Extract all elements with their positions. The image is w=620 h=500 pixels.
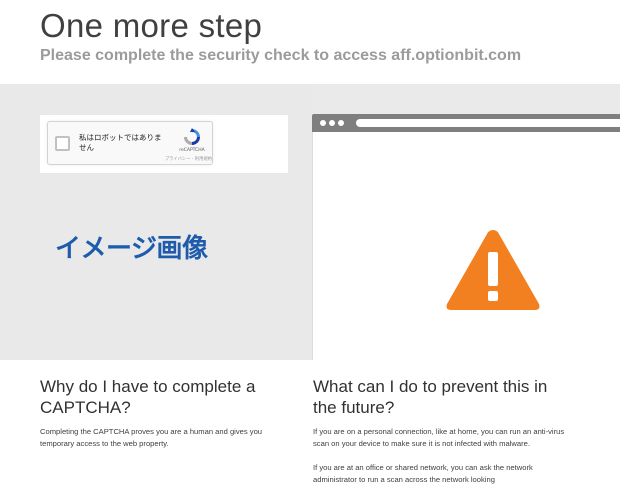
recaptcha-logo-icon (184, 128, 200, 145)
image-caption: イメージ画像 (55, 234, 208, 264)
page-subtitle: Please complete the security check to ac… (40, 47, 522, 64)
prevent-body-1: If you are on a personal connection, lik… (313, 427, 565, 448)
browser-address-bar (356, 119, 620, 127)
browser-dot-icon (320, 120, 326, 126)
recaptcha-brand: reCAPTCHA (179, 148, 205, 153)
why-section: Why do I have to complete a CAPTCHA? Com… (40, 376, 295, 450)
browser-dot-icon (338, 120, 344, 126)
page-title: One more step (40, 7, 263, 44)
why-body: Completing the CAPTCHA proves you are a … (40, 427, 263, 448)
browser-illustration (312, 114, 620, 360)
prevent-heading: What can I do to prevent this in the fut… (313, 377, 548, 417)
header: One more step Please complete the securi… (0, 0, 620, 84)
recaptcha-widget: 私はロボットではありません reCAPTCHA プライバシー - 利用規約 (47, 121, 213, 165)
recaptcha-label: 私はロボットではありません (79, 133, 162, 152)
browser-dot-icon (329, 120, 335, 126)
browser-toolbar (312, 114, 620, 132)
browser-viewport (312, 132, 620, 360)
why-heading: Why do I have to complete a CAPTCHA? (40, 377, 256, 417)
recaptcha-checkbox[interactable] (55, 136, 70, 151)
prevent-section: What can I do to prevent this in the fut… (313, 376, 568, 486)
recaptcha-terms-link[interactable]: プライバシー - 利用規約 (142, 156, 212, 162)
prevent-body-2: If you are at an office or shared networ… (313, 463, 533, 484)
warning-triangle-icon (446, 230, 540, 310)
